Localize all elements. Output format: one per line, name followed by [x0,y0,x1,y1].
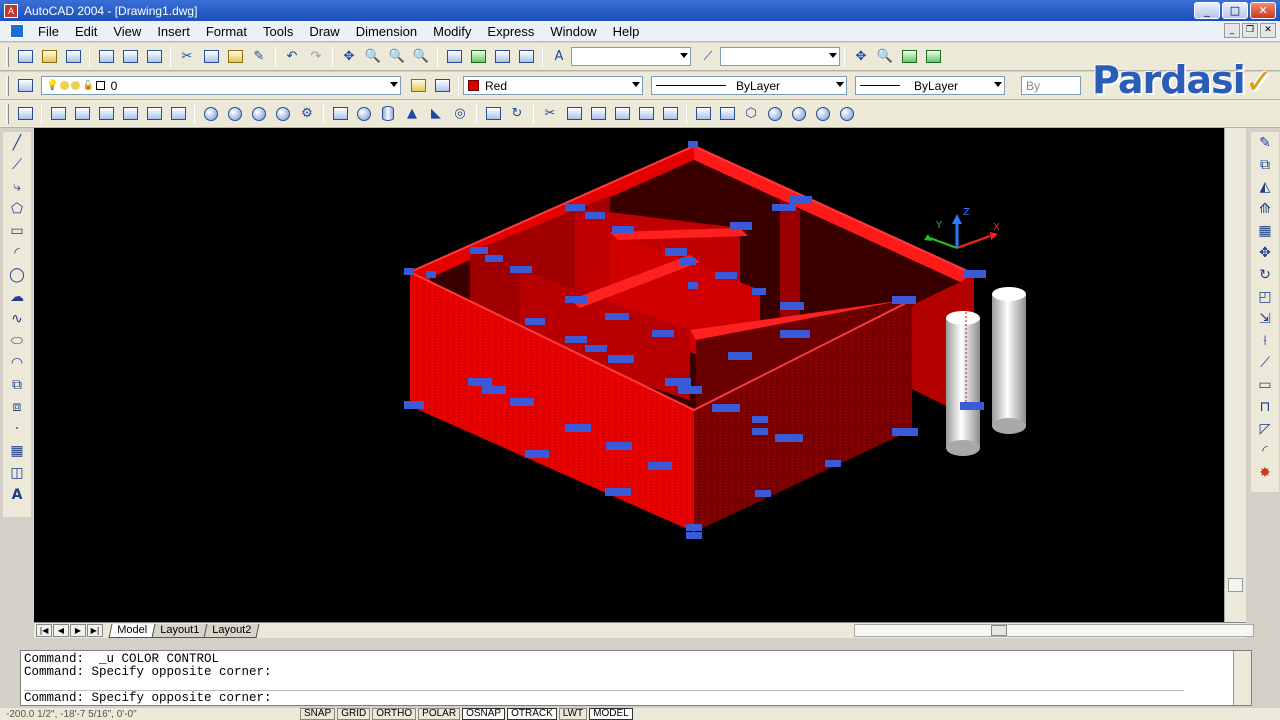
tab-layout1[interactable]: Layout1 [151,623,208,638]
grip[interactable] [606,442,632,450]
grip[interactable] [730,222,752,230]
house-3d-model[interactable] [409,144,975,532]
grip[interactable] [665,378,691,386]
osnap-toggle[interactable]: OSNAP [462,708,506,720]
command-input[interactable]: Command: Specify opposite corner: [24,690,1184,705]
coordinate-readout: -200.0 1/2", -18'-7 5/16", 0'-0" [6,708,137,720]
otrack-toggle[interactable]: OTRACK [507,708,557,720]
grip[interactable] [470,247,488,254]
grip[interactable] [964,270,986,278]
grip[interactable] [892,428,918,436]
grip[interactable] [752,416,768,423]
grip[interactable] [752,428,768,435]
grip[interactable] [426,271,436,278]
cylinder-front[interactable] [946,300,980,456]
status-bar: -200.0 1/2", -18'-7 5/16", 0'-0" SNAP GR… [0,708,1280,720]
first-tab-icon[interactable]: |◀ [36,624,52,637]
grip[interactable] [825,460,841,467]
command-scrollbar[interactable] [1233,651,1251,705]
grip[interactable] [775,434,803,442]
horizontal-scrollbar[interactable] [854,624,1254,637]
ucs-icon: X Y Z [924,207,1000,249]
vertical-scrollbar[interactable] [1224,128,1246,622]
grip[interactable] [648,462,672,470]
grip[interactable] [608,355,634,363]
grip[interactable] [404,401,424,409]
lwt-toggle[interactable]: LWT [558,708,588,720]
grip[interactable] [605,488,631,496]
ucs-y-label: Y [935,220,943,231]
snap-toggle[interactable]: SNAP [300,708,336,720]
command-history-line: Command: Specify opposite corner: [24,665,272,679]
grip[interactable] [510,398,534,406]
grip[interactable] [612,226,634,233]
grip[interactable] [752,288,766,295]
grip[interactable] [605,313,629,320]
grip[interactable] [772,204,796,211]
polar-toggle[interactable]: POLAR [418,708,461,720]
grip[interactable] [755,490,771,497]
layout-tab-row: |◀ ◀ ▶ ▶| Model Layout1 Layout2 [34,622,1254,638]
grip[interactable] [585,212,605,219]
grip[interactable] [565,424,591,432]
grip[interactable] [525,318,545,325]
grip[interactable] [892,296,916,304]
grip[interactable] [482,386,506,394]
grip[interactable] [652,330,674,337]
command-window[interactable]: Command: _u COLOR CONTROL Command: Speci… [20,650,1252,706]
tab-model[interactable]: Model [108,623,156,638]
grip[interactable] [565,204,585,211]
ucs-z-label: Z [963,207,970,218]
grip[interactable] [678,386,702,394]
tab-layout2[interactable]: Layout2 [203,623,260,638]
grip[interactable] [404,268,414,275]
grip[interactable] [468,378,492,386]
next-tab-icon[interactable]: ▶ [70,624,86,637]
model-space-drawing: X Y Z [404,141,1026,539]
grip[interactable] [485,255,503,262]
grip[interactable] [715,272,737,279]
grip[interactable] [565,296,587,303]
grip[interactable] [665,248,687,256]
cylinder-back[interactable] [992,287,1026,434]
grip[interactable] [728,352,752,360]
grip[interactable] [780,330,810,338]
vertical-scroll-thumb[interactable] [1228,578,1243,592]
grip[interactable] [712,404,740,412]
grip[interactable] [960,402,984,410]
grip[interactable] [790,196,812,203]
grip[interactable] [525,450,549,458]
grip[interactable] [510,266,532,273]
horizontal-scroll-thumb[interactable] [991,625,1007,636]
ortho-toggle[interactable]: ORTHO [372,708,417,720]
ucs-x-label: X [993,222,1000,233]
grip[interactable] [688,282,698,289]
prev-tab-icon[interactable]: ◀ [53,624,69,637]
grip[interactable] [680,258,696,265]
grip[interactable] [585,345,607,352]
grip[interactable] [686,524,702,531]
grid-toggle[interactable]: GRID [337,708,371,720]
grip[interactable] [688,141,698,148]
grip[interactable] [565,336,587,343]
last-tab-icon[interactable]: ▶| [87,624,103,637]
model-toggle[interactable]: MODEL [589,708,633,720]
grip[interactable] [780,302,804,310]
grip[interactable] [686,532,702,539]
